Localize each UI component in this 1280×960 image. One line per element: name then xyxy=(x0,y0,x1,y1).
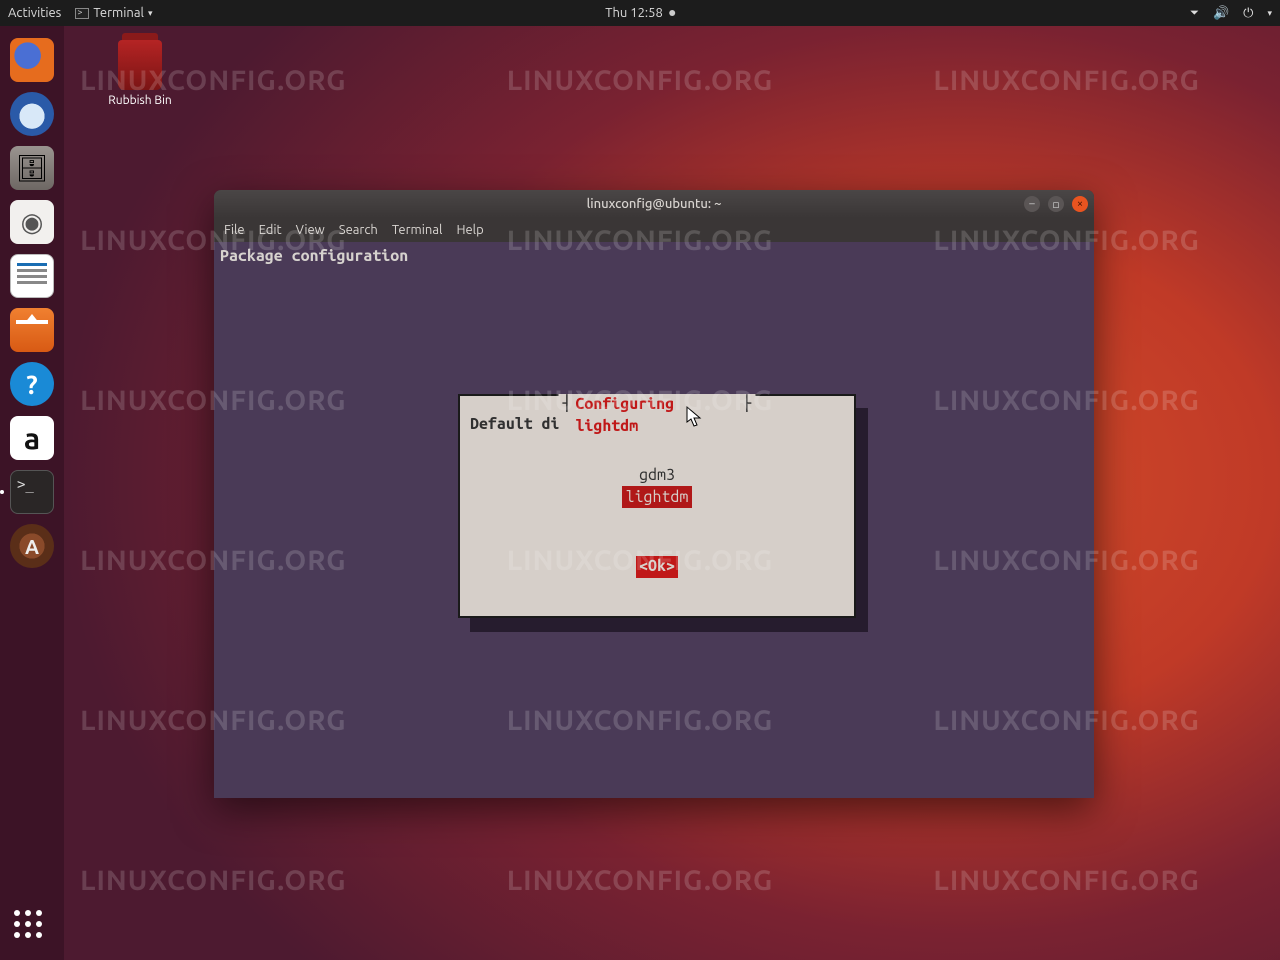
menu-terminal[interactable]: Terminal xyxy=(392,223,443,237)
dialog-title-wrap: ┤ Configuring lightdm ├ xyxy=(559,394,756,437)
dock-updater[interactable] xyxy=(8,522,56,570)
activities-button[interactable]: Activities xyxy=(8,6,61,20)
dock-files[interactable]: 🗄 xyxy=(8,144,56,192)
terminal-menubar: File Edit View Search Terminal Help xyxy=(214,218,1094,242)
package-config-header: Package configuration xyxy=(220,246,1088,268)
terminal-window: linuxconfig@ubuntu: ~ – ▫ × File Edit Vi… xyxy=(214,190,1094,798)
clock[interactable]: Thu 12:58 xyxy=(605,6,663,20)
dock-software[interactable] xyxy=(8,306,56,354)
close-button[interactable]: × xyxy=(1072,196,1088,212)
terminal-body[interactable]: Package configuration ┤ Configuring ligh… xyxy=(214,242,1094,798)
dock-writer[interactable] xyxy=(8,252,56,300)
window-title: linuxconfig@ubuntu: ~ xyxy=(587,197,722,211)
option-gdm3[interactable]: gdm3 xyxy=(635,464,679,486)
window-titlebar[interactable]: linuxconfig@ubuntu: ~ – ▫ × xyxy=(214,190,1094,218)
terminal-icon xyxy=(75,8,89,19)
chevron-down-icon: ▾ xyxy=(1267,8,1272,19)
menu-edit[interactable]: Edit xyxy=(259,223,282,237)
menu-search[interactable]: Search xyxy=(339,223,378,237)
network-icon[interactable]: ⏷ xyxy=(1190,7,1199,20)
power-icon[interactable]: ⏻ xyxy=(1243,6,1253,21)
gnome-topbar: Activities Terminal ▾ Thu 12:58 ⏷ 🔊 ⏻ ▾ xyxy=(0,0,1280,26)
menu-help[interactable]: Help xyxy=(456,223,483,237)
dock-thunderbird[interactable] xyxy=(8,90,56,138)
config-dialog: ┤ Configuring lightdm ├ Default display … xyxy=(458,394,856,618)
chevron-down-icon: ▾ xyxy=(148,8,153,19)
dock-firefox[interactable] xyxy=(8,36,56,84)
ok-button[interactable]: <Ok> xyxy=(636,556,678,578)
dialog-options: gdm3 lightdm xyxy=(470,464,844,509)
dock: 🗄 ◉ ? a xyxy=(0,26,64,960)
dock-amazon[interactable]: a xyxy=(8,414,56,462)
dock-rhythmbox[interactable]: ◉ xyxy=(8,198,56,246)
option-lightdm[interactable]: lightdm xyxy=(622,486,693,508)
desktop-trash[interactable]: Rubbish Bin xyxy=(100,40,180,107)
menu-view[interactable]: View xyxy=(296,223,325,237)
volume-icon[interactable]: 🔊 xyxy=(1213,6,1229,21)
app-menu[interactable]: Terminal ▾ xyxy=(75,6,152,20)
dock-help[interactable]: ? xyxy=(8,360,56,408)
notification-dot-icon xyxy=(669,10,675,16)
maximize-button[interactable]: ▫ xyxy=(1048,196,1064,212)
desktop-trash-label: Rubbish Bin xyxy=(100,94,180,107)
show-applications-button[interactable] xyxy=(14,910,50,946)
minimize-button[interactable]: – xyxy=(1024,196,1040,212)
app-menu-label: Terminal xyxy=(93,6,144,20)
dialog-title: Configuring lightdm xyxy=(571,394,742,437)
menu-file[interactable]: File xyxy=(224,223,245,237)
dock-terminal[interactable] xyxy=(8,468,56,516)
trash-icon xyxy=(118,40,162,90)
